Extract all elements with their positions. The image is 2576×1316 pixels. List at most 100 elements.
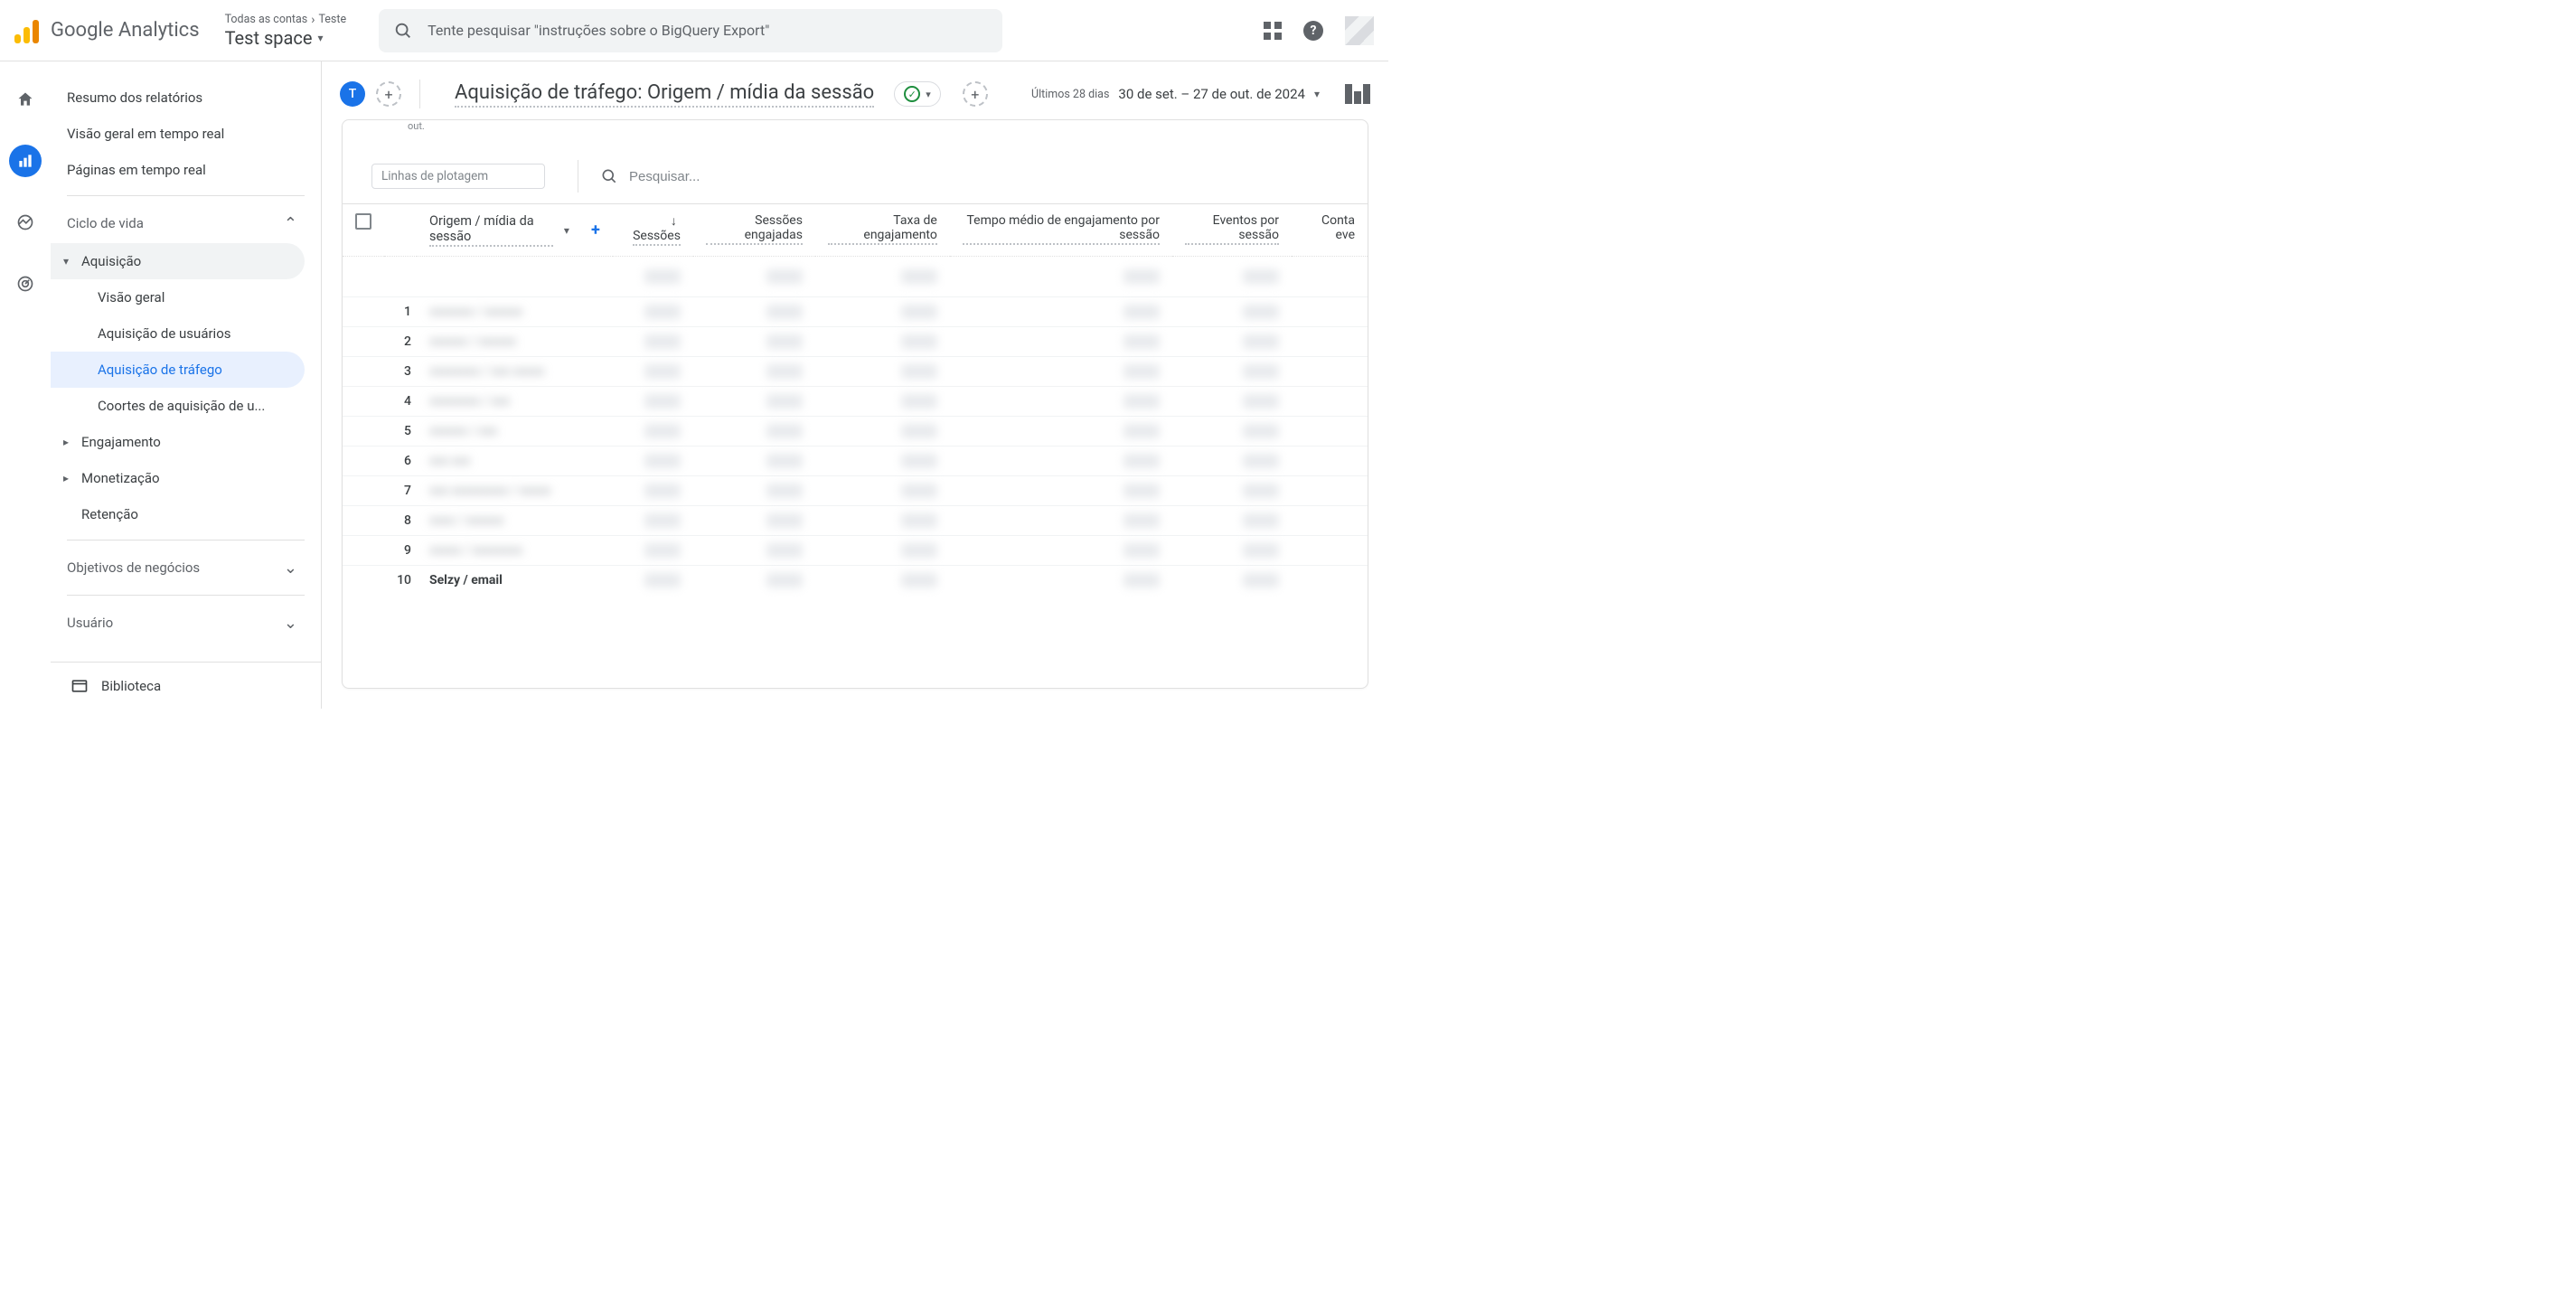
sidebar-item-retencao[interactable]: Retenção xyxy=(51,496,305,532)
chevron-down-icon: ⌄ xyxy=(284,614,297,633)
help-icon[interactable]: ? xyxy=(1303,21,1323,41)
ga-logo-icon xyxy=(14,18,40,43)
product-name: Google Analytics xyxy=(51,19,200,42)
col-engajadas[interactable]: Sessões engajadas xyxy=(693,204,815,257)
table-row[interactable]: 5 xxxxxx / xxx 0000 0000 000 00000 00000 xyxy=(343,417,1368,446)
add-filter-button[interactable]: + xyxy=(963,81,988,107)
avatar[interactable] xyxy=(1345,16,1374,45)
search-placeholder: Tente pesquisar "instruções sobre o BigQ… xyxy=(428,22,769,39)
sidebar-item-label: Aquisição xyxy=(81,253,141,269)
sidebar-item-label: Monetização xyxy=(81,470,160,486)
dimension-value: xxxxxx / xxxxxx xyxy=(429,334,516,349)
sidebar-divider xyxy=(67,195,305,196)
caret-down-icon: ▾ xyxy=(1314,88,1320,100)
rail-home-icon[interactable] xyxy=(9,83,42,116)
sidebar-item-aq-usuarios[interactable]: Aquisição de usuários xyxy=(51,315,305,352)
sidebar-item-label: Aquisição de usuários xyxy=(98,325,231,342)
date-label: Últimos 28 dias xyxy=(1031,88,1109,101)
chart-area-stub: out. xyxy=(343,120,1368,153)
caret-down-icon: ▾ xyxy=(317,32,323,44)
sidebar-group-label: Ciclo de vida xyxy=(67,215,144,231)
comparison-chip[interactable]: T xyxy=(340,81,365,107)
select-all-checkbox[interactable] xyxy=(355,213,371,230)
header-actions: ? xyxy=(1264,16,1374,45)
caret-down-icon: ▾ xyxy=(926,89,931,100)
rail-reports-icon[interactable] xyxy=(9,145,42,177)
col-contagens[interactable]: Conta eve xyxy=(1292,204,1368,257)
check-circle-icon: ✓ xyxy=(904,86,920,102)
dimension-value: xxx xxx xyxy=(429,454,470,468)
logo-area: Google Analytics xyxy=(14,18,200,43)
sidebar-item-aquisicao[interactable]: ▾ Aquisição xyxy=(51,243,305,279)
data-table: Origem / mídia da sessão ▾ + ↓Sessões Se… xyxy=(343,204,1368,688)
add-comparison-button[interactable]: + xyxy=(376,81,401,107)
caret-right-icon: ▸ xyxy=(63,436,69,448)
property-name: Test space xyxy=(225,27,313,49)
table-row[interactable]: 4 xxxxxxxx / xxx 0000 0000 000 00000 000… xyxy=(343,387,1368,417)
table-row[interactable]: 1 xxxxxxx / xxxxxx 0000 0000 000 00000 0… xyxy=(343,297,1368,327)
property-selector[interactable]: Todas as contas › Teste Test space ▾ xyxy=(225,13,347,49)
top-header: Google Analytics Todas as contas › Teste… xyxy=(0,0,1388,61)
table-search[interactable] xyxy=(578,160,828,193)
breadcrumb-all: Todas as contas xyxy=(225,13,308,26)
col-checkbox xyxy=(343,204,384,257)
sidebar-item-visao-geral-rt[interactable]: Visão geral em tempo real xyxy=(51,116,305,152)
plot-lines-input[interactable]: Linhas de plotagem xyxy=(371,164,545,189)
rail-explore-icon[interactable] xyxy=(9,206,42,239)
date-range: 30 de set. – 27 de out. de 2024 xyxy=(1118,86,1305,102)
sidebar-item-label: Coortes de aquisição de u... xyxy=(98,398,265,414)
search-icon xyxy=(600,167,618,185)
add-dimension-button[interactable]: + xyxy=(591,221,600,240)
compare-icon[interactable] xyxy=(1345,84,1370,104)
dimension-header-label: Origem / mídia da sessão xyxy=(429,213,553,247)
table-toolbar: Linhas de plotagem xyxy=(343,153,1368,204)
table-row[interactable]: 9 xxxxx / xxxxxxxx 0000 0000 000 00000 0… xyxy=(343,536,1368,566)
table-row[interactable]: 10 Selzy / email 0000 0000 000 00000 000… xyxy=(343,566,1368,596)
sidebar-item-engajamento[interactable]: ▸ Engajamento xyxy=(51,424,305,460)
sidebar-item-aq-coortes[interactable]: Coortes de aquisição de u... xyxy=(51,388,305,424)
col-tempo[interactable]: Tempo médio de engajamento por sessão xyxy=(950,204,1172,257)
sidebar-divider xyxy=(67,595,305,596)
sidebar-item-resumo[interactable]: Resumo dos relatórios xyxy=(51,80,305,116)
col-taxa[interactable]: Taxa de engajamento xyxy=(815,204,950,257)
dimension-value: xxxxxx / xxx xyxy=(429,424,497,438)
sidebar-item-biblioteca[interactable]: Biblioteca xyxy=(51,662,321,709)
icon-rail xyxy=(0,61,51,709)
sidebar-item-label: Biblioteca xyxy=(101,678,161,694)
table-row[interactable]: 3 xxxxxxxx / xxx xxxxx 0000 0000 000 000… xyxy=(343,357,1368,387)
main-content: T + Aquisição de tráfego: Origem / mídia… xyxy=(322,61,1388,709)
table-row[interactable]: 8 xxxx / xxxxxx 0000 0000 000 00000 0000… xyxy=(343,506,1368,536)
data-quality-chip[interactable]: ✓ ▾ xyxy=(894,81,941,107)
breadcrumb-property: Teste xyxy=(318,13,346,26)
table-row[interactable]: 6 xxx xxx 0000 0000 000 00000 00000 xyxy=(343,446,1368,476)
search-icon xyxy=(393,21,413,41)
sidebar-item-aq-visao[interactable]: Visão geral xyxy=(51,279,305,315)
table-row[interactable]: 7 xxx xxxxxxxxx / xxxxx 0000 0000 000 00… xyxy=(343,476,1368,506)
sidebar-group-ciclo[interactable]: Ciclo de vida ⌃ xyxy=(51,203,321,243)
rail-advertising-icon[interactable] xyxy=(9,268,42,300)
sidebar-item-label: Visão geral xyxy=(98,289,165,306)
sidebar-item-aq-trafego[interactable]: Aquisição de tráfego xyxy=(51,352,305,388)
sidebar-item-paginas-rt[interactable]: Páginas em tempo real xyxy=(51,152,305,188)
sidebar-item-label: Páginas em tempo real xyxy=(67,162,206,178)
col-dimension[interactable]: Origem / mídia da sessão ▾ + xyxy=(417,204,613,257)
sidebar-group-objetivos[interactable]: Objetivos de negócios ⌄ xyxy=(51,548,321,588)
table-search-input[interactable] xyxy=(629,169,828,184)
col-eventos[interactable]: Eventos por sessão xyxy=(1172,204,1292,257)
chevron-down-icon: ⌄ xyxy=(284,559,297,578)
dimension-value: xxxx / xxxxxx xyxy=(429,513,503,528)
sidebar-group-usuario[interactable]: Usuário ⌄ xyxy=(51,603,321,643)
caret-down-icon[interactable]: ▾ xyxy=(564,224,569,237)
col-sessoes[interactable]: ↓Sessões xyxy=(613,204,693,257)
dimension-value: xxxxx / xxxxxxxx xyxy=(429,543,522,558)
apps-icon[interactable] xyxy=(1264,22,1282,40)
table-row[interactable]: 2 xxxxxx / xxxxxx 0000 0000 000 00000 00… xyxy=(343,327,1368,357)
breadcrumb: Todas as contas › Teste xyxy=(225,13,347,27)
date-range-picker[interactable]: Últimos 28 dias 30 de set. – 27 de out. … xyxy=(1031,86,1320,102)
sidebar-item-label: Engajamento xyxy=(81,434,161,450)
sort-desc-icon: ↓ xyxy=(671,214,677,229)
chevron-right-icon: › xyxy=(311,13,315,27)
chip-label: T xyxy=(349,87,357,101)
global-search[interactable]: Tente pesquisar "instruções sobre o BigQ… xyxy=(379,9,1002,52)
sidebar-item-monetizacao[interactable]: ▸ Monetização xyxy=(51,460,305,496)
